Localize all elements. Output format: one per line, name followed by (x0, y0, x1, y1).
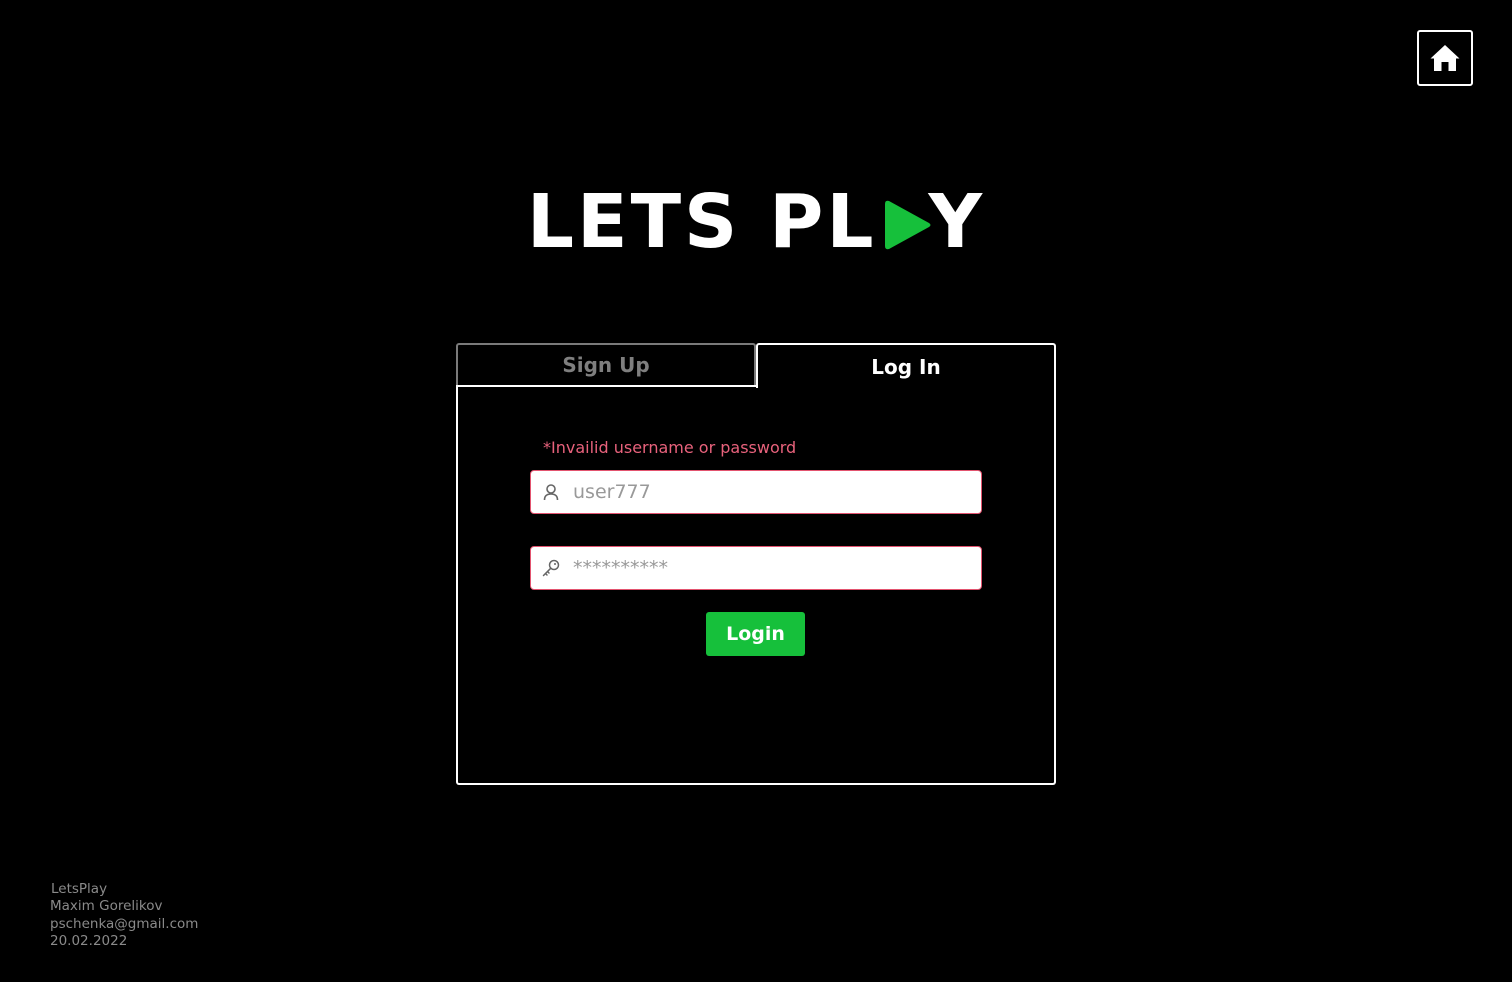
login-button[interactable]: Login (706, 612, 805, 656)
panel-divider (456, 385, 758, 387)
password-input[interactable] (571, 548, 963, 588)
home-button[interactable] (1417, 30, 1473, 86)
tab-log-in-label: Log In (871, 354, 941, 379)
error-message: *Invailid username or password (543, 438, 797, 457)
tab-log-in[interactable]: Log In (756, 343, 1056, 388)
footer: LetsPlay Maxim Gorelikov pschenka@gmail.… (50, 881, 198, 950)
footer-email: pschenka@gmail.com (50, 915, 199, 932)
app-logo: LETS PL Y (0, 182, 1512, 262)
username-input[interactable] (571, 472, 963, 512)
login-page: LETS PL Y Sign Up Log In *Invailid userna… (0, 0, 1512, 982)
footer-app-name: LetsPlay (51, 881, 108, 897)
logo-text-end: Y (928, 179, 986, 265)
footer-author: Maxim Gorelikov (50, 898, 163, 915)
tab-sign-up-label: Sign Up (562, 353, 650, 377)
user-icon (531, 482, 571, 502)
tab-sign-up[interactable]: Sign Up (456, 343, 756, 387)
password-field[interactable] (530, 546, 982, 590)
footer-date: 20.02.2022 (50, 932, 128, 949)
logo-text-start: LETS PL (526, 179, 877, 265)
play-triangle-icon (879, 198, 933, 252)
username-field[interactable] (530, 470, 982, 514)
home-icon (1429, 42, 1461, 74)
key-icon (531, 558, 571, 578)
